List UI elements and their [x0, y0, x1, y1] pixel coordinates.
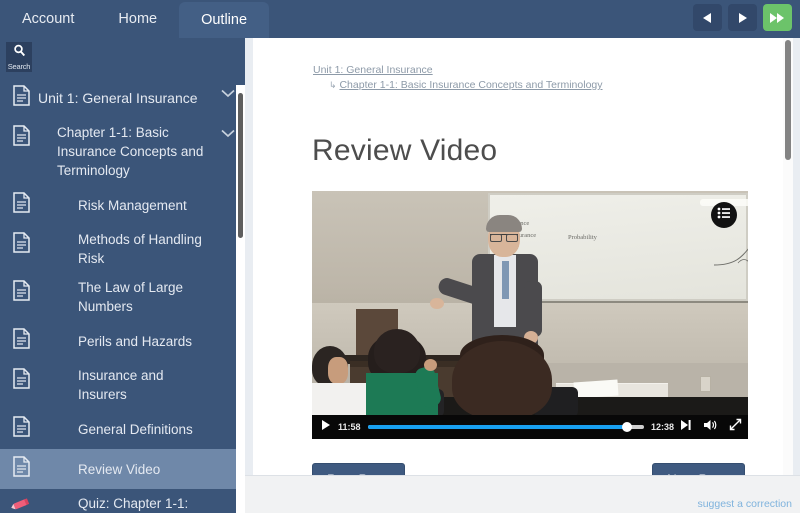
document-icon	[4, 454, 38, 477]
sidebar-scrollbar[interactable]	[236, 85, 245, 513]
document-icon	[4, 190, 38, 213]
instructor-glasses	[490, 234, 518, 242]
progress-bar[interactable]	[367, 422, 644, 432]
next-page-button[interactable]: Next Page	[652, 463, 746, 475]
page-title: Review Video	[312, 134, 498, 167]
search-label: Search	[7, 61, 31, 71]
sidebar-item-label: Quiz: Chapter 1-1: Basic Insurance Conce…	[78, 496, 189, 511]
instructor-left-hand	[430, 298, 444, 309]
sidebar-item-chapter-1-1-basic-insurance-concepts-and[interactable]: Chapter 1-1: Basic Insurance Concepts an…	[0, 118, 245, 185]
breadcrumb: Unit 1: General Insurance ↳ Chapter 1-1:…	[313, 63, 603, 93]
volume-button[interactable]	[698, 415, 722, 439]
lesson-card: Unit 1: General Insurance ↳ Chapter 1-1:…	[253, 38, 793, 475]
main-scrollbar-thumb[interactable]	[785, 40, 791, 160]
triangle-right-icon	[737, 12, 748, 24]
whiteboard-diagram	[713, 248, 748, 266]
student-2-hand	[424, 359, 437, 371]
breadcrumb-row-1: Unit 1: General Insurance	[313, 63, 603, 78]
student-2-head	[374, 329, 420, 373]
playback-nav-buttons	[693, 4, 792, 31]
instructor-tie	[502, 261, 509, 299]
double-triangle-right-icon	[769, 12, 786, 24]
search-button[interactable]: Search	[6, 42, 32, 72]
search-icon	[13, 44, 26, 62]
sidebar-item-label: Chapter 1-1: Basic Insurance Concepts an…	[57, 125, 204, 178]
prev-page-button[interactable]: Prev Page	[312, 463, 406, 475]
progress-bar-handle[interactable]	[622, 422, 633, 432]
tab-strip: Account Home Outline	[0, 0, 270, 38]
sidebar-scrollbar-thumb[interactable]	[238, 93, 243, 238]
document-icon	[4, 278, 38, 301]
sidebar-item-risk-management[interactable]: Risk Management	[0, 185, 245, 225]
tab-home[interactable]: Home	[96, 0, 179, 38]
breadcrumb-link-unit[interactable]: Unit 1: General Insurance	[313, 64, 433, 76]
video-controls-bar: 11:58 12:38	[312, 415, 748, 439]
document-icon	[4, 414, 38, 437]
outline-sidebar: Search Unit 1: General Insurance Chapter …	[0, 38, 245, 513]
breadcrumb-row-2: ↳ Chapter 1-1: Basic Insurance Concepts …	[313, 78, 603, 93]
video-menu-button[interactable]	[711, 202, 737, 228]
sidebar-item-review-video[interactable]: Review Video	[0, 449, 245, 489]
fullscreen-icon	[729, 418, 742, 436]
sidebar-item-general-definitions[interactable]: General Definitions	[0, 409, 245, 449]
breadcrumb-arrow-icon: ↳	[329, 80, 337, 90]
sidebar-item-label: Perils and Hazards	[78, 333, 193, 349]
sidebar-item-label: General Definitions	[78, 421, 193, 437]
sidebar-item-quiz-chapter-1-1-basic-insurance-concept[interactable]: Quiz: Chapter 1-1: Basic Insurance Conce…	[0, 489, 245, 513]
document-icon	[4, 123, 38, 146]
tab-account[interactable]: Account	[0, 0, 96, 38]
document-icon	[4, 83, 38, 106]
whiteboard-note-4: Probability	[568, 234, 597, 241]
sidebar-item-insurance-and-insurers[interactable]: Insurance and Insurers	[0, 361, 245, 409]
sidebar-item-label: The Law of Large Numbers	[78, 280, 184, 314]
play-arrow-button[interactable]	[728, 4, 757, 31]
sidebar-item-label: Methods of Handling Risk	[78, 232, 202, 266]
pencil-icon	[4, 494, 38, 512]
instructor-right-arm	[524, 281, 542, 337]
outline-item-list: Unit 1: General Insurance Chapter 1-1: Ba…	[0, 78, 245, 513]
prev-arrow-button[interactable]	[693, 4, 722, 31]
sidebar-item-methods-of-handling-risk[interactable]: Methods of Handling Risk	[0, 225, 245, 273]
volume-icon	[703, 418, 717, 436]
total-time: 12:38	[650, 422, 674, 432]
list-menu-icon	[717, 206, 731, 224]
student-3-hair	[452, 341, 552, 416]
top-bar: Account Home Outline	[0, 0, 800, 38]
skip-next-icon	[680, 418, 692, 436]
sidebar-item-unit-1-general-insurance[interactable]: Unit 1: General Insurance	[0, 78, 245, 118]
fast-forward-button[interactable]	[763, 4, 792, 31]
sidebar-item-label: Unit 1: General Insurance	[38, 89, 198, 106]
skip-next-button[interactable]	[674, 415, 698, 439]
video-player[interactable]: Insurance Reinsurance Other Probability	[312, 191, 748, 439]
main-content-area: Unit 1: General Insurance ↳ Chapter 1-1:…	[245, 38, 800, 513]
sidebar-item-perils-and-hazards[interactable]: Perils and Hazards	[0, 321, 245, 361]
main-scrollbar[interactable]	[783, 38, 793, 475]
play-pause-button[interactable]	[312, 415, 338, 439]
student-1-face	[328, 357, 348, 384]
sidebar-item-label: Review Video	[78, 461, 161, 477]
footer-bar: suggest a correction	[245, 475, 800, 513]
wall-outlet	[700, 376, 711, 392]
document-icon	[4, 230, 38, 253]
video-frame-image: Insurance Reinsurance Other Probability	[312, 191, 748, 416]
document-icon	[4, 326, 38, 349]
fullscreen-button[interactable]	[722, 415, 748, 439]
suggest-correction-link[interactable]: suggest a correction	[697, 498, 792, 510]
play-icon	[320, 418, 331, 436]
application-window: Account Home Outline Search Unit 1: Gene…	[0, 0, 800, 513]
tab-outline[interactable]: Outline	[179, 2, 270, 38]
sidebar-item-label: Insurance and Insurers	[78, 368, 164, 402]
sidebar-item-the-law-of-large-numbers[interactable]: The Law of Large Numbers	[0, 273, 245, 321]
breadcrumb-link-chapter[interactable]: Chapter 1-1: Basic Insurance Concepts an…	[339, 79, 602, 91]
sidebar-item-label: Risk Management	[78, 197, 187, 213]
document-icon	[4, 366, 38, 389]
current-time: 11:58	[338, 422, 361, 432]
instructor-hair	[486, 215, 522, 232]
desk-paper	[573, 379, 619, 399]
triangle-left-icon	[702, 12, 713, 24]
progress-bar-fill	[367, 425, 628, 429]
